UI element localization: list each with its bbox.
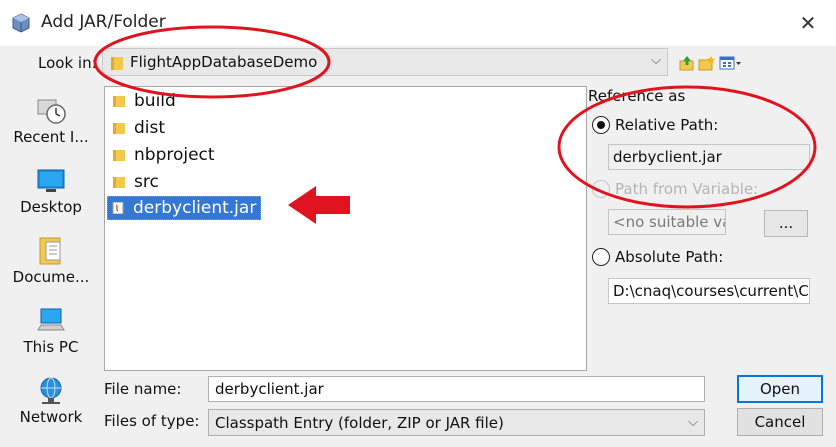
- relative-path-field: derbyclient.jar: [608, 144, 810, 170]
- network-icon: [40, 377, 62, 404]
- place-label: Docume...: [12, 268, 90, 286]
- documents-icon: [39, 237, 61, 265]
- close-button[interactable]: ✕: [786, 6, 830, 40]
- file-list[interactable]: build dist nbproject src derbyclient.jar: [104, 86, 587, 371]
- folder-icon: [113, 150, 125, 161]
- close-icon: ✕: [799, 11, 817, 35]
- path-from-variable-radio[interactable]: [592, 180, 610, 198]
- list-item[interactable]: nbproject: [109, 143, 215, 167]
- cancel-button[interactable]: Cancel: [737, 408, 823, 436]
- jar-file-icon: [112, 202, 124, 214]
- file-name: nbproject: [134, 145, 215, 165]
- filetype-select[interactable]: Classpath Entry (folder, ZIP or JAR file…: [208, 409, 705, 436]
- relative-path-label: Relative Path:: [615, 116, 719, 134]
- absolute-path-label: Absolute Path:: [615, 248, 724, 266]
- list-item-selected[interactable]: derbyclient.jar: [107, 196, 262, 220]
- filetype-label: Files of type:: [104, 412, 200, 430]
- file-name: src: [134, 172, 159, 192]
- reference-title: Reference as: [588, 87, 686, 105]
- folder-icon: [113, 123, 125, 134]
- folder-icon: [111, 57, 123, 70]
- place-desktop[interactable]: Desktop: [0, 166, 102, 216]
- folder-icon: [113, 96, 125, 107]
- window-title: Add JAR/Folder: [41, 12, 166, 32]
- chevron-down-icon: ⌵: [651, 53, 661, 68]
- place-recent[interactable]: Recent I...: [0, 96, 102, 146]
- path-from-variable-label: Path from Variable:: [615, 180, 759, 198]
- list-item[interactable]: build: [109, 89, 176, 113]
- file-name: dist: [134, 118, 166, 138]
- title-bar: Add JAR/Folder ✕: [0, 0, 836, 46]
- app-cube-icon: [12, 13, 30, 33]
- view-menu-icon[interactable]: [719, 55, 743, 71]
- filename-label: File name:: [104, 380, 182, 398]
- lookin-combo[interactable]: FlightAppDatabaseDemo ⌵: [102, 48, 668, 76]
- open-button[interactable]: Open: [737, 375, 823, 403]
- filetype-value: Classpath Entry (folder, ZIP or JAR file…: [215, 414, 504, 432]
- place-label: Desktop: [20, 198, 82, 216]
- lookin-value: FlightAppDatabaseDemo: [130, 53, 318, 71]
- absolute-path-field: D:\cnaq\courses\current\CP: [608, 278, 810, 304]
- folder-icon: [113, 177, 125, 188]
- place-label: This PC: [23, 338, 79, 356]
- place-network[interactable]: Network: [0, 376, 102, 426]
- place-label: Recent I...: [13, 128, 89, 146]
- filename-input[interactable]: derbyclient.jar: [208, 376, 705, 402]
- file-name: build: [134, 91, 176, 111]
- absolute-path-radio[interactable]: [592, 248, 610, 266]
- variable-field[interactable]: <no suitable var: [608, 209, 726, 235]
- lookin-label: Look in:: [38, 54, 97, 72]
- place-label: Network: [19, 408, 83, 426]
- places-bar: Recent I... Desktop Docume... This PC Ne…: [0, 86, 102, 446]
- list-item[interactable]: dist: [109, 116, 165, 140]
- relative-path-radio[interactable]: [592, 116, 610, 134]
- list-item[interactable]: src: [109, 170, 159, 194]
- file-name: derbyclient.jar: [133, 198, 257, 218]
- computer-icon: [37, 308, 65, 331]
- new-folder-icon[interactable]: [698, 55, 716, 71]
- chevron-down-icon: ⌵: [688, 415, 698, 430]
- desktop-icon: [37, 169, 65, 192]
- up-folder-icon[interactable]: [678, 55, 696, 71]
- place-documents[interactable]: Docume...: [0, 236, 102, 286]
- clock-icon: [37, 99, 66, 124]
- browse-variable-button[interactable]: ...: [764, 210, 808, 237]
- place-thispc[interactable]: This PC: [0, 306, 102, 356]
